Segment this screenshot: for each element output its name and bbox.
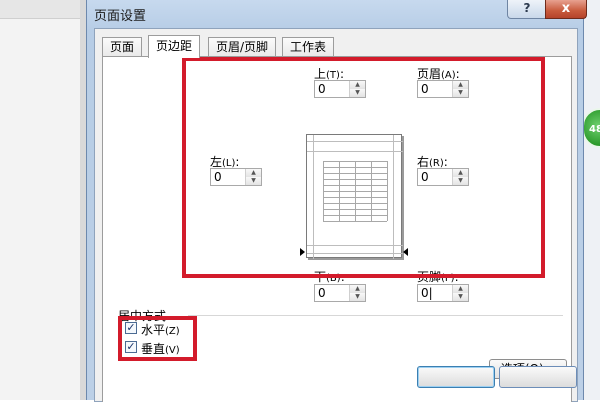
background-right-area [582, 0, 600, 400]
margins-highlight-box [182, 57, 545, 278]
spin-down-icon[interactable]: ▼ [350, 293, 365, 301]
close-button[interactable]: x [545, 0, 587, 19]
dialog-title: 页面设置 [94, 9, 147, 24]
tab-sheet[interactable]: 工作表 [282, 37, 335, 57]
centering-highlight-box [118, 316, 197, 361]
spin-down-icon[interactable]: ▼ [453, 293, 468, 301]
background-sheet-area [0, 0, 80, 400]
background-header-strip [0, 0, 80, 19]
tab-header-footer[interactable]: 页眉/页脚 [208, 37, 277, 57]
bottom-margin-value[interactable]: 0 [318, 286, 326, 301]
footer-margin-spinner[interactable]: 0| ▲ ▼ [417, 284, 469, 302]
tab-page[interactable]: 页面 [102, 37, 143, 57]
footer-margin-value[interactable]: 0| [421, 286, 433, 301]
centering-group-divider [188, 315, 563, 316]
cancel-button[interactable] [499, 366, 577, 388]
bottom-margin-spinner[interactable]: 0 ▲ ▼ [314, 284, 366, 302]
dialog-client-area: 页面 页边距 页眉/页脚 工作表 上(T): 0 ▲ ▼ 页眉(A): 0 ▲ ▼ … [94, 28, 578, 402]
page-setup-dialog: 页面设置 ? x 页面 页边距 页眉/页脚 工作表 上(T): 0 ▲ ▼ 页眉(… [86, 0, 587, 402]
tab-margins[interactable]: 页边距 [148, 35, 201, 58]
margins-tab-panel: 上(T): 0 ▲ ▼ 页眉(A): 0 ▲ ▼ 左(L): 0 ▲ ▼ 右(R): … [102, 56, 572, 402]
ok-button[interactable] [417, 366, 495, 388]
dialog-titlebar: 页面设置 ? x [87, 0, 587, 28]
help-button[interactable]: ? [507, 0, 547, 19]
